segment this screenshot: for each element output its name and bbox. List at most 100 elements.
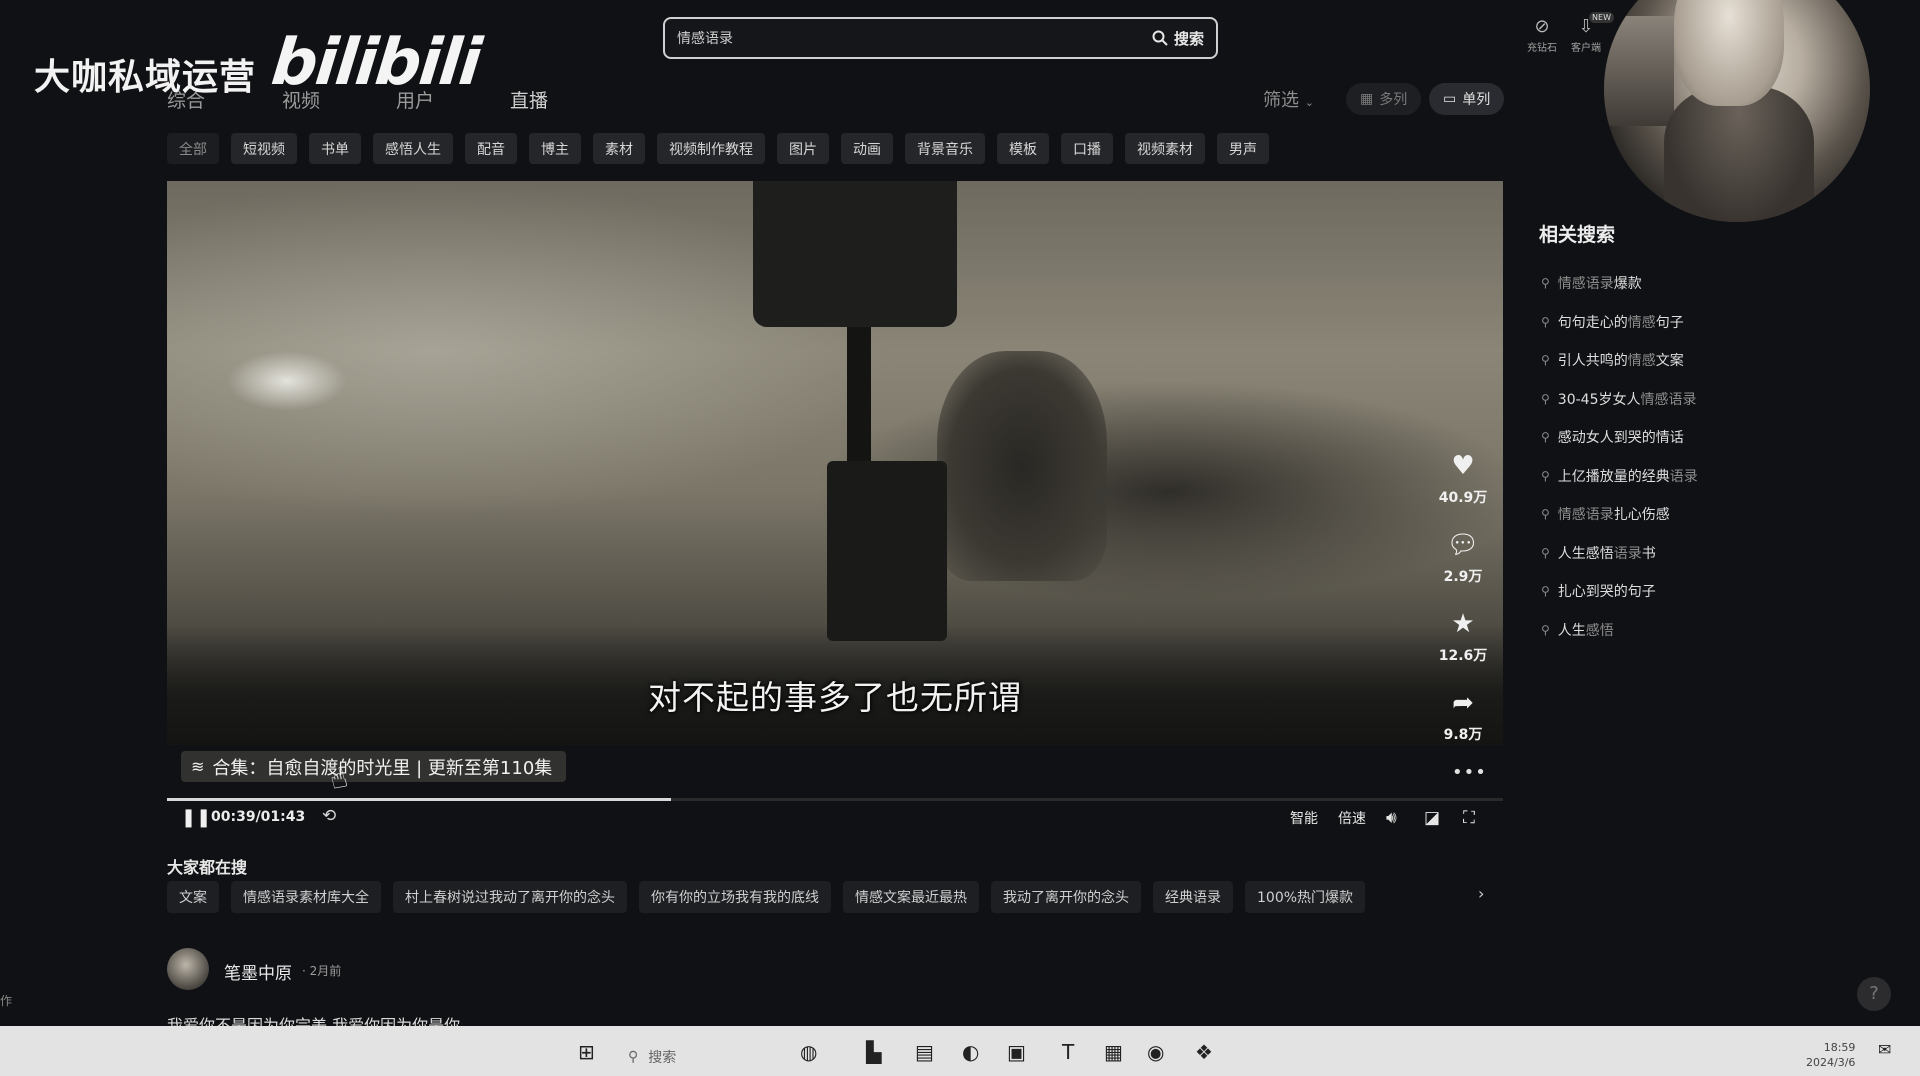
start-icon[interactable]: ⊞ (578, 1040, 595, 1064)
fullscreen-button[interactable]: ⛶ (1463, 808, 1475, 828)
calculator-icon[interactable]: ▦ (1104, 1040, 1123, 1064)
loop-button[interactable]: ⟲ (322, 806, 336, 826)
folder-icon[interactable]: ▤ (915, 1040, 934, 1064)
chip-life[interactable]: 感悟人生 (373, 133, 453, 164)
typora-icon[interactable]: T (1062, 1040, 1074, 1064)
like-count: 40.9万 (1438, 490, 1488, 506)
video-player[interactable]: 对不起的事多了也无所谓 (167, 181, 1503, 745)
related-search-hl: 情感语录 (1557, 507, 1614, 523)
comment-count: 2.9万 (1443, 569, 1483, 585)
chip-blogger[interactable]: 博主 (529, 133, 581, 164)
chip-video-material[interactable]: 视频素材 (1125, 133, 1205, 164)
share-icon: ➦ (1452, 688, 1474, 718)
chip-material[interactable]: 素材 (593, 133, 645, 164)
related-search-pre: 句句走心的 (1557, 315, 1628, 331)
progress-fill (167, 798, 671, 801)
hot-search-item[interactable]: 文案 (167, 881, 219, 913)
chip-booklist[interactable]: 书单 (309, 133, 361, 164)
related-search-text: 感动女人到哭的情话 (1558, 427, 1684, 447)
chip-short-video[interactable]: 短视频 (231, 133, 297, 164)
author-name[interactable]: 笔墨中原 (224, 959, 292, 984)
download-client-button[interactable]: ⇩ 客户端 NEW (1564, 12, 1614, 54)
hot-search-item[interactable]: 我动了离开你的念头 (991, 881, 1141, 913)
collection-pill[interactable]: ≋ 合集：自愈自渡的时光里 | 更新至第110集 (181, 751, 567, 782)
smart-button[interactable]: 智能 (1290, 808, 1318, 828)
related-search-item[interactable]: ⚲ 引人共鸣的情感文案 (1541, 350, 1684, 370)
speed-button[interactable]: 倍速 (1338, 808, 1366, 828)
related-search-item[interactable]: ⚲ 扎心到哭的句子 (1541, 581, 1656, 601)
search-button[interactable]: 搜索 (1152, 28, 1204, 49)
filter-label: 筛选 (1263, 90, 1299, 111)
related-search-pre: 人生 (1557, 623, 1586, 639)
recharge-label: 充钻石 (1527, 43, 1557, 54)
share-button[interactable]: ➦ 9.8万 (1426, 688, 1500, 744)
more-options-button[interactable]: ••• (1452, 762, 1487, 783)
related-search-item[interactable]: ⚲ 感动女人到哭的情话 (1541, 427, 1684, 447)
author-avatar[interactable] (167, 948, 209, 990)
view-single-button[interactable]: ▭ 单列 (1429, 83, 1505, 115)
search-icon: ⚲ (1541, 507, 1550, 521)
chip-image[interactable]: 图片 (777, 133, 829, 164)
filter-dropdown[interactable]: 筛选 ⌄ (1263, 86, 1314, 112)
chrome-icon[interactable]: ◉ (1147, 1040, 1164, 1064)
related-search-item[interactable]: ⚲ 情感语录爆款 (1541, 273, 1642, 293)
chip-male-voice[interactable]: 男声 (1217, 133, 1269, 164)
app-icon[interactable]: ❖ (1195, 1040, 1213, 1064)
tab-live[interactable]: 直播 (510, 86, 548, 113)
chip-dubbing[interactable]: 配音 (465, 133, 517, 164)
channel-watermark: 大咖私域运营 (34, 57, 257, 98)
hot-search-item[interactable]: 你有你的立场我有我的底线 (639, 881, 831, 913)
related-search-item[interactable]: ⚲ 人生感悟 (1541, 620, 1614, 640)
related-search-text: 30-45岁女人情感语录 (1558, 389, 1697, 409)
related-search-item[interactable]: ⚲ 情感语录扎心伤感 (1541, 504, 1670, 524)
pause-button[interactable]: ❚❚ (181, 807, 211, 828)
post-time: · 2月前 (302, 964, 342, 978)
help-button[interactable]: ? (1857, 977, 1891, 1011)
chip-oral[interactable]: 口播 (1061, 133, 1113, 164)
loop-icon: ⟲ (322, 806, 337, 826)
fullscreen-icon: ⛶ (1463, 808, 1475, 828)
hot-search-item[interactable]: 情感文案最近最热 (843, 881, 979, 913)
chip-tutorial[interactable]: 视频制作教程 (657, 133, 765, 164)
chip-template[interactable]: 模板 (997, 133, 1049, 164)
related-search-item[interactable]: ⚲ 句句走心的情感句子 (1541, 312, 1684, 332)
notification-icon[interactable]: ✉ (1878, 1040, 1891, 1059)
related-search-item[interactable]: ⚲ 人生感悟语录书 (1541, 543, 1656, 563)
search-icon: ⚲ (1541, 546, 1550, 560)
taskbar-clock: 18:59 2024/3/6 (1806, 1040, 1855, 1070)
hot-search-item[interactable]: 100%热门爆款 (1245, 881, 1366, 913)
related-search-hl: 情感语录 (1640, 392, 1697, 408)
hot-search-item[interactable]: 村上春树说过我动了离开你的念头 (393, 881, 627, 913)
hot-search-item[interactable]: 情感语录素材库大全 (231, 881, 381, 913)
chevron-right-icon[interactable]: › (1478, 884, 1484, 903)
volume-button[interactable]: 🔊︎ (1386, 808, 1397, 828)
single-view-icon: ▭ (1443, 91, 1457, 107)
recharge-button[interactable]: ⊘ 充钻石 (1520, 16, 1564, 54)
chip-all[interactable]: 全部 (167, 133, 219, 164)
comment-button[interactable]: 💬︎ 2.9万 (1426, 530, 1500, 586)
search-icon: ⚲ (1541, 353, 1550, 367)
favorite-button[interactable]: ★ 12.6万 (1426, 609, 1500, 665)
search-input[interactable] (677, 30, 1152, 46)
related-search-item[interactable]: ⚲ 30-45岁女人情感语录 (1541, 389, 1696, 409)
related-search-post: 文案 (1655, 353, 1684, 369)
hot-search-item[interactable]: 经典语录 (1153, 881, 1233, 913)
view-multi-button[interactable]: ▦ 多列 (1346, 83, 1422, 115)
related-search-item[interactable]: ⚲ 上亿播放量的经典语录 (1541, 466, 1698, 486)
chip-bgm[interactable]: 背景音乐 (905, 133, 985, 164)
widgets-icon[interactable]: ◍ (800, 1040, 817, 1064)
edge-icon[interactable]: ◐ (962, 1040, 979, 1064)
related-search-pre: 扎心到哭的句子 (1557, 584, 1656, 600)
related-search-post: 扎心伤感 (1613, 507, 1670, 523)
hot-searches-title: 大家都在搜 (167, 858, 248, 877)
chip-animation[interactable]: 动画 (841, 133, 893, 164)
taskbar-search[interactable]: ⚲ 搜索 (628, 1047, 676, 1067)
bilibili-logo[interactable]: bilibili (268, 26, 483, 100)
star-icon: ★ (1451, 609, 1475, 639)
file-explorer-icon[interactable]: ▙ (866, 1040, 881, 1064)
related-search-text: 人生感悟 (1558, 620, 1614, 640)
search-icon: ⚲ (1541, 623, 1550, 637)
store-icon[interactable]: ▣ (1007, 1040, 1026, 1064)
pip-button[interactable]: ◪ (1424, 808, 1440, 828)
like-button[interactable]: ♥ 40.9万 (1426, 451, 1500, 507)
